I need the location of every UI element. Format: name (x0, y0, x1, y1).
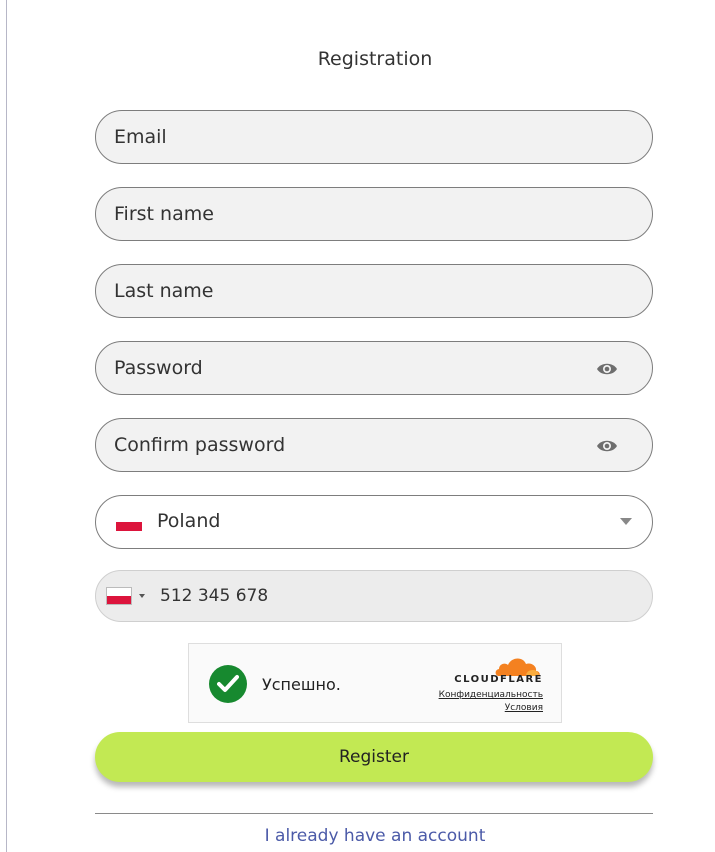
country-selected-value: Poland (157, 510, 221, 532)
email-field-wrapper (95, 110, 653, 164)
page-left-border (6, 0, 7, 852)
confirm-password-field-wrapper (95, 418, 653, 472)
divider (95, 813, 653, 814)
phone-field-wrapper (95, 570, 653, 622)
password-field[interactable] (114, 342, 584, 394)
show-password-eye-icon[interactable] (596, 361, 618, 377)
register-button[interactable]: Register (95, 732, 653, 782)
captcha-privacy-link[interactable]: Конфиденциальность (439, 690, 543, 700)
password-field-wrapper (95, 341, 653, 395)
captcha-status-text: Успешно. (262, 675, 341, 694)
phone-country-flag-icon[interactable] (106, 587, 132, 605)
show-confirm-password-eye-icon[interactable] (596, 438, 618, 454)
last-name-field-wrapper (95, 264, 653, 318)
last-name-field[interactable] (114, 265, 584, 317)
phone-country-caret-icon[interactable] (139, 594, 145, 598)
cloudflare-captcha-widget: Успешно. CLOUDFLARE Конфиденциальность У… (188, 643, 562, 723)
phone-field[interactable] (160, 571, 560, 621)
first-name-field-wrapper (95, 187, 653, 241)
email-field[interactable] (114, 111, 584, 163)
first-name-field[interactable] (114, 188, 584, 240)
success-check-icon (209, 665, 247, 703)
login-link[interactable]: I already have an account (0, 826, 715, 846)
confirm-password-field[interactable] (114, 419, 584, 471)
poland-flag-icon (116, 517, 142, 531)
captcha-terms-link[interactable]: Условия (505, 703, 543, 713)
page-title: Registration (317, 48, 433, 70)
cloudflare-brand-text: CLOUDFLARE (454, 674, 543, 685)
country-select[interactable]: Poland (95, 495, 653, 549)
chevron-down-icon (620, 518, 632, 525)
